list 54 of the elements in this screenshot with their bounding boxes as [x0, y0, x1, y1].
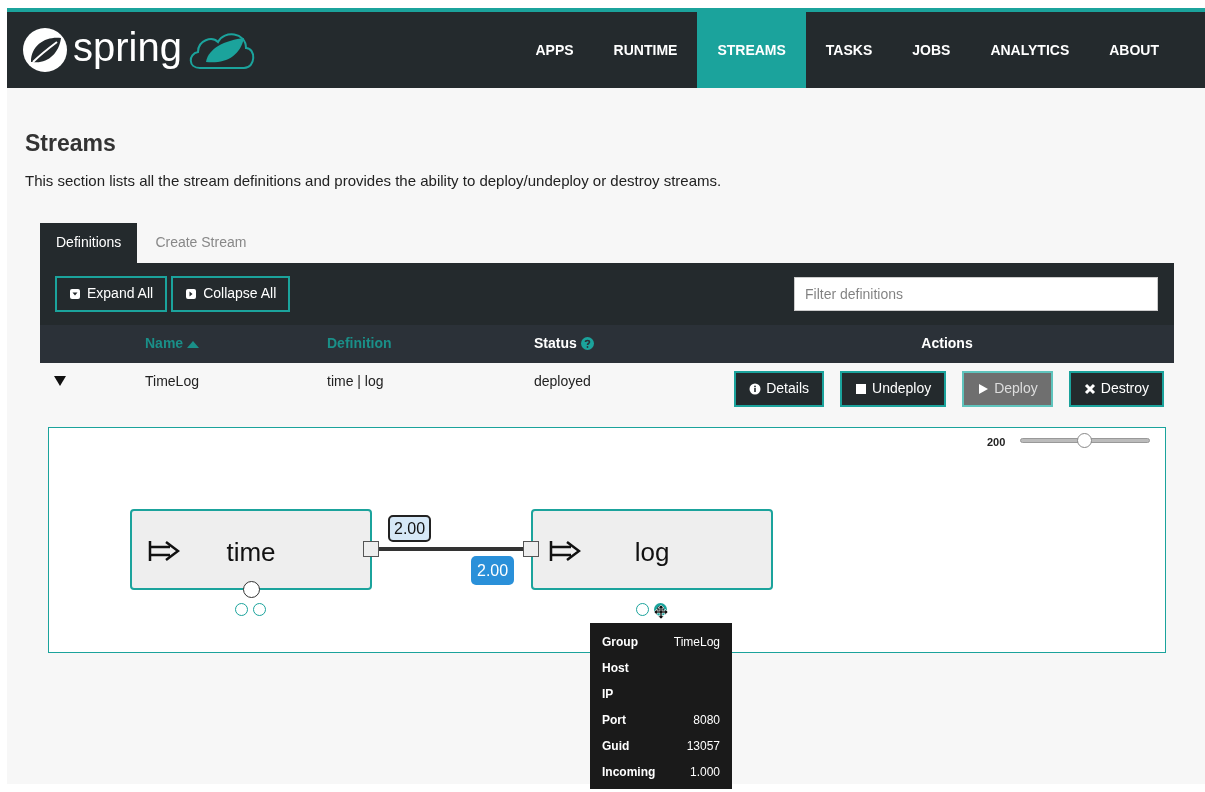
brand-name: spring — [73, 27, 182, 71]
nav-link[interactable]: ABOUT — [1089, 12, 1179, 88]
zoom-slider-thumb[interactable] — [1076, 432, 1092, 448]
link-label: 2.00 — [388, 514, 432, 542]
move-cursor-icon — [654, 604, 668, 619]
output-port[interactable] — [363, 540, 379, 557]
caret-down-icon[interactable] — [54, 374, 66, 387]
column-header: Actions — [921, 334, 973, 353]
action-button[interactable]: Details — [734, 370, 824, 407]
tooltip-label: Incoming — [602, 763, 656, 781]
sink-node[interactable]: log — [531, 508, 773, 590]
maps-to-arrow-icon — [549, 539, 581, 562]
tooltip-label: Guid — [602, 737, 630, 755]
stop-icon — [855, 382, 867, 395]
tooltip-label: Host — [602, 659, 629, 677]
table-cell-text: TimeLog — [145, 371, 200, 391]
action-button[interactable]: Destroy — [1068, 370, 1164, 407]
info-icon — [749, 382, 762, 395]
tooltip-label: Group — [602, 633, 638, 651]
play-icon — [977, 382, 990, 395]
tooltip-value: TimeLog — [673, 633, 720, 651]
nav-link[interactable]: ANALYTICS — [970, 12, 1090, 88]
close-icon — [1083, 382, 1096, 395]
tooltip-value: 8080 — [693, 711, 720, 729]
nav-link[interactable]: TASKS — [805, 12, 893, 88]
filter-field[interactable]: Filter definitions — [794, 276, 1158, 311]
caret-down-square-icon — [69, 287, 81, 300]
link-label: 2.00 — [471, 555, 515, 585]
table-cell-text: time | log — [327, 371, 385, 391]
tooltip-value: 1.000 — [689, 763, 720, 781]
help-icon[interactable] — [580, 337, 594, 350]
toolbar-button[interactable]: Collapse All — [171, 275, 291, 312]
maps-to-arrow-icon — [148, 539, 180, 562]
toolbar-button[interactable]: Expand All — [55, 275, 168, 312]
node-label: log — [633, 535, 671, 569]
source-node[interactable]: time — [130, 508, 372, 590]
caret-right-square-icon — [185, 287, 198, 300]
node-label: time — [225, 535, 277, 569]
table-cell-text: deployed — [534, 371, 592, 391]
tab[interactable]: Definitions — [40, 222, 138, 263]
action-button[interactable]: Undeploy — [840, 370, 947, 407]
page-title: Streams — [25, 129, 117, 158]
column-header: Status — [534, 334, 577, 353]
input-port[interactable] — [523, 540, 539, 557]
tooltip-label: Port — [602, 711, 626, 729]
page-description: This section lists all the stream definitions and provides the ability to deploy/undeploy or destroy streams. — [25, 171, 723, 191]
sort-up-icon[interactable] — [187, 339, 200, 348]
nav-link[interactable]: JOBS — [892, 12, 971, 88]
tooltip-value: 13057 — [686, 737, 720, 755]
zoom-value: 200 — [987, 434, 1006, 450]
leaf-logo-icon — [21, 26, 69, 74]
nav-link[interactable]: APPS — [515, 12, 594, 88]
nav-link[interactable]: RUNTIME — [593, 12, 698, 88]
tooltip-label: IP — [602, 685, 614, 703]
